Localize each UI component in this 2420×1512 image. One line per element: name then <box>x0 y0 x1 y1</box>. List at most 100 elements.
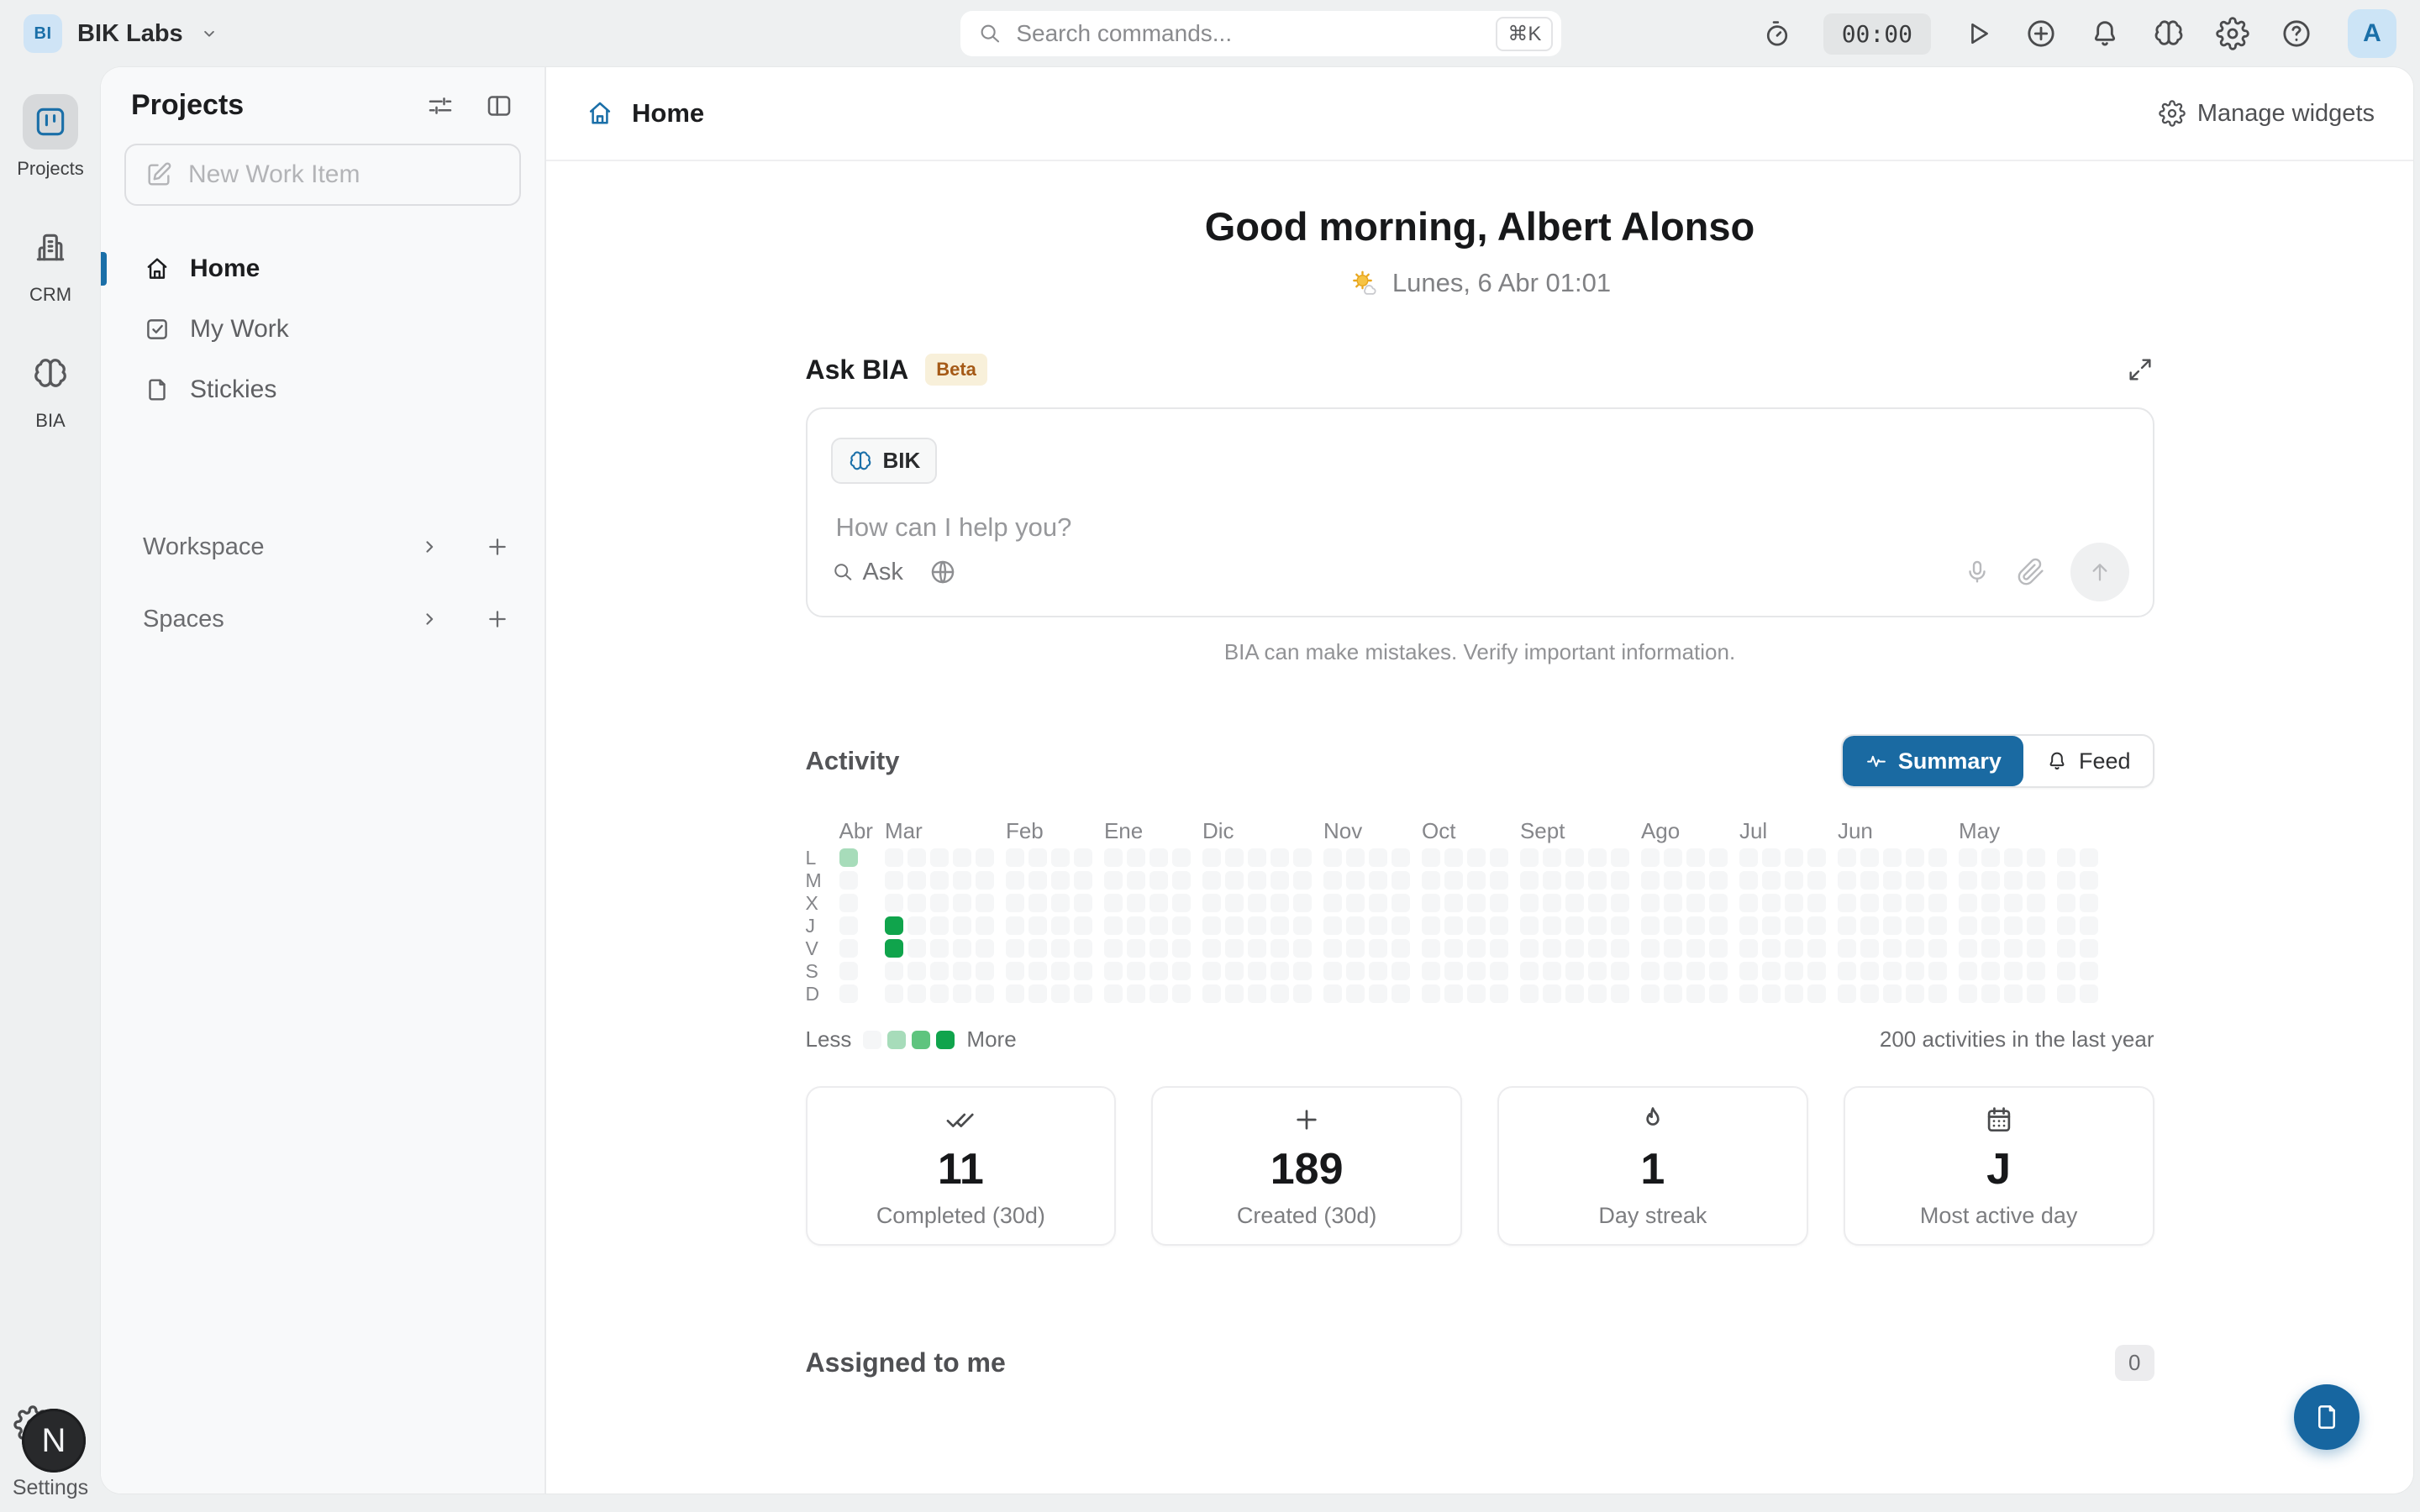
tab-feed[interactable]: Feed <box>2023 736 2153 786</box>
panel-toggle-icon[interactable] <box>484 91 514 121</box>
rail-settings[interactable]: N Settings <box>0 1407 101 1500</box>
heatmap-cell <box>839 962 858 980</box>
heatmap-cell <box>1906 894 1924 912</box>
heatmap-cell <box>1807 984 1826 1003</box>
tab-summary[interactable]: Summary <box>1843 736 2023 786</box>
notification-avatar[interactable]: N <box>22 1409 86 1473</box>
bia-input[interactable]: How can I help you? <box>836 512 2129 543</box>
heatmap-cell <box>1392 984 1410 1003</box>
new-document-fab[interactable] <box>2294 1384 2360 1450</box>
heatmap-cell <box>1785 848 1803 867</box>
sidebar-item-label: Home <box>190 255 260 283</box>
expand-icon[interactable] <box>2126 355 2154 384</box>
workspace-switcher[interactable]: BI BIK Labs <box>24 14 662 53</box>
heatmap-cell <box>839 871 858 890</box>
bell-icon[interactable] <box>2087 16 2123 51</box>
mic-icon[interactable] <box>1963 558 1991 586</box>
ask-button[interactable]: Ask <box>831 559 903 586</box>
heatmap-cell <box>2027 939 2045 958</box>
heatmap-cell <box>1028 916 1047 935</box>
add-space-button[interactable] <box>484 606 511 633</box>
heatmap-cell <box>1838 848 1856 867</box>
heatmap-cell <box>839 984 858 1003</box>
heatmap-cell <box>1293 939 1312 958</box>
heatmap-cell <box>1202 939 1221 958</box>
heatmap-cell <box>1323 939 1342 958</box>
ask-bia-title: Ask BIA <box>806 354 909 386</box>
heatmap-cell <box>976 871 994 890</box>
heatmap-cell <box>1074 984 1092 1003</box>
sidebar-item-stickies[interactable]: Stickies <box>124 364 521 416</box>
heatmap-cell <box>1346 916 1365 935</box>
heatmap-cell <box>1686 984 1705 1003</box>
plus-circle-icon[interactable] <box>2023 16 2059 51</box>
chevron-right-icon[interactable] <box>417 606 442 632</box>
heatmap-cell <box>930 871 949 890</box>
add-workspace-button[interactable] <box>484 533 511 560</box>
gear-icon[interactable] <box>2215 16 2250 51</box>
stat-value: J <box>1986 1147 2011 1191</box>
building-icon <box>32 229 69 266</box>
heatmap-cell <box>1906 939 1924 958</box>
heatmap-cell <box>953 848 971 867</box>
heatmap-cell <box>1369 962 1387 980</box>
sliders-icon[interactable] <box>425 91 455 121</box>
timer-badge[interactable]: 00:00 <box>1823 13 1931 55</box>
greeting-title: Good morning, Albert Alonso <box>806 203 2154 249</box>
paperclip-icon[interactable] <box>2017 558 2045 586</box>
heatmap-cell <box>1172 984 1191 1003</box>
heatmap-cell <box>1860 894 1879 912</box>
heatmap-month-label: Jun <box>1838 818 1947 848</box>
new-work-item-input[interactable]: New Work Item <box>124 144 521 206</box>
heatmap-cell <box>1709 916 1728 935</box>
heatmap-cell <box>1762 871 1781 890</box>
heatmap-cell <box>908 916 926 935</box>
send-button[interactable] <box>2070 543 2129 601</box>
heatmap-cell <box>2080 984 2098 1003</box>
heatmap-cell <box>2027 848 2045 867</box>
heatmap-cell <box>1006 916 1024 935</box>
heatmap-cell <box>1543 984 1561 1003</box>
heatmap-cell <box>1664 848 1682 867</box>
model-chip[interactable]: BIK <box>831 438 938 484</box>
heatmap-cell <box>1588 894 1607 912</box>
brain-icon[interactable] <box>2151 16 2186 51</box>
heatmap-cell <box>1074 939 1092 958</box>
chevron-right-icon[interactable] <box>417 534 442 559</box>
heatmap-cell <box>1906 962 1924 980</box>
heatmap-cell <box>1028 894 1047 912</box>
sidebar-item-my-work[interactable]: My Work <box>124 303 521 355</box>
section-spaces[interactable]: Spaces <box>124 594 521 644</box>
rail-item-bia[interactable]: BIA <box>23 346 78 432</box>
user-avatar[interactable]: A <box>2348 9 2396 58</box>
stopwatch-icon[interactable] <box>1760 16 1795 51</box>
help-icon[interactable] <box>2279 16 2314 51</box>
legend-swatch <box>887 1031 906 1049</box>
heatmap-cell <box>1588 939 1607 958</box>
house-icon <box>143 255 171 283</box>
globe-icon[interactable] <box>929 558 957 586</box>
rail-item-projects[interactable]: Projects <box>17 94 83 180</box>
heatmap-cell <box>1248 871 1266 890</box>
heatmap-cell <box>1611 871 1629 890</box>
sidebar-item-home[interactable]: Home <box>124 243 521 295</box>
section-workspace[interactable]: Workspace <box>124 522 521 572</box>
heatmap-cell <box>1346 848 1365 867</box>
heatmap-cell <box>1762 916 1781 935</box>
double-check-icon <box>944 1104 976 1136</box>
heatmap-day-label: J <box>806 916 828 935</box>
heatmap-cell <box>1543 848 1561 867</box>
heatmap-cell <box>1490 939 1508 958</box>
manage-widgets-button[interactable]: Manage widgets <box>2159 100 2375 128</box>
heatmap-cell <box>1323 984 1342 1003</box>
search-icon <box>977 21 1002 46</box>
rail-item-crm[interactable]: CRM <box>23 220 78 306</box>
search-input[interactable]: Search commands... ⌘K <box>960 11 1561 56</box>
heatmap-cell <box>1127 984 1145 1003</box>
heatmap-cell <box>1762 962 1781 980</box>
active-indicator <box>101 252 107 286</box>
heatmap-cell <box>1202 962 1221 980</box>
heatmap-cell <box>1838 871 1856 890</box>
heatmap-cell <box>1202 984 1221 1003</box>
play-icon[interactable] <box>1960 16 1995 51</box>
